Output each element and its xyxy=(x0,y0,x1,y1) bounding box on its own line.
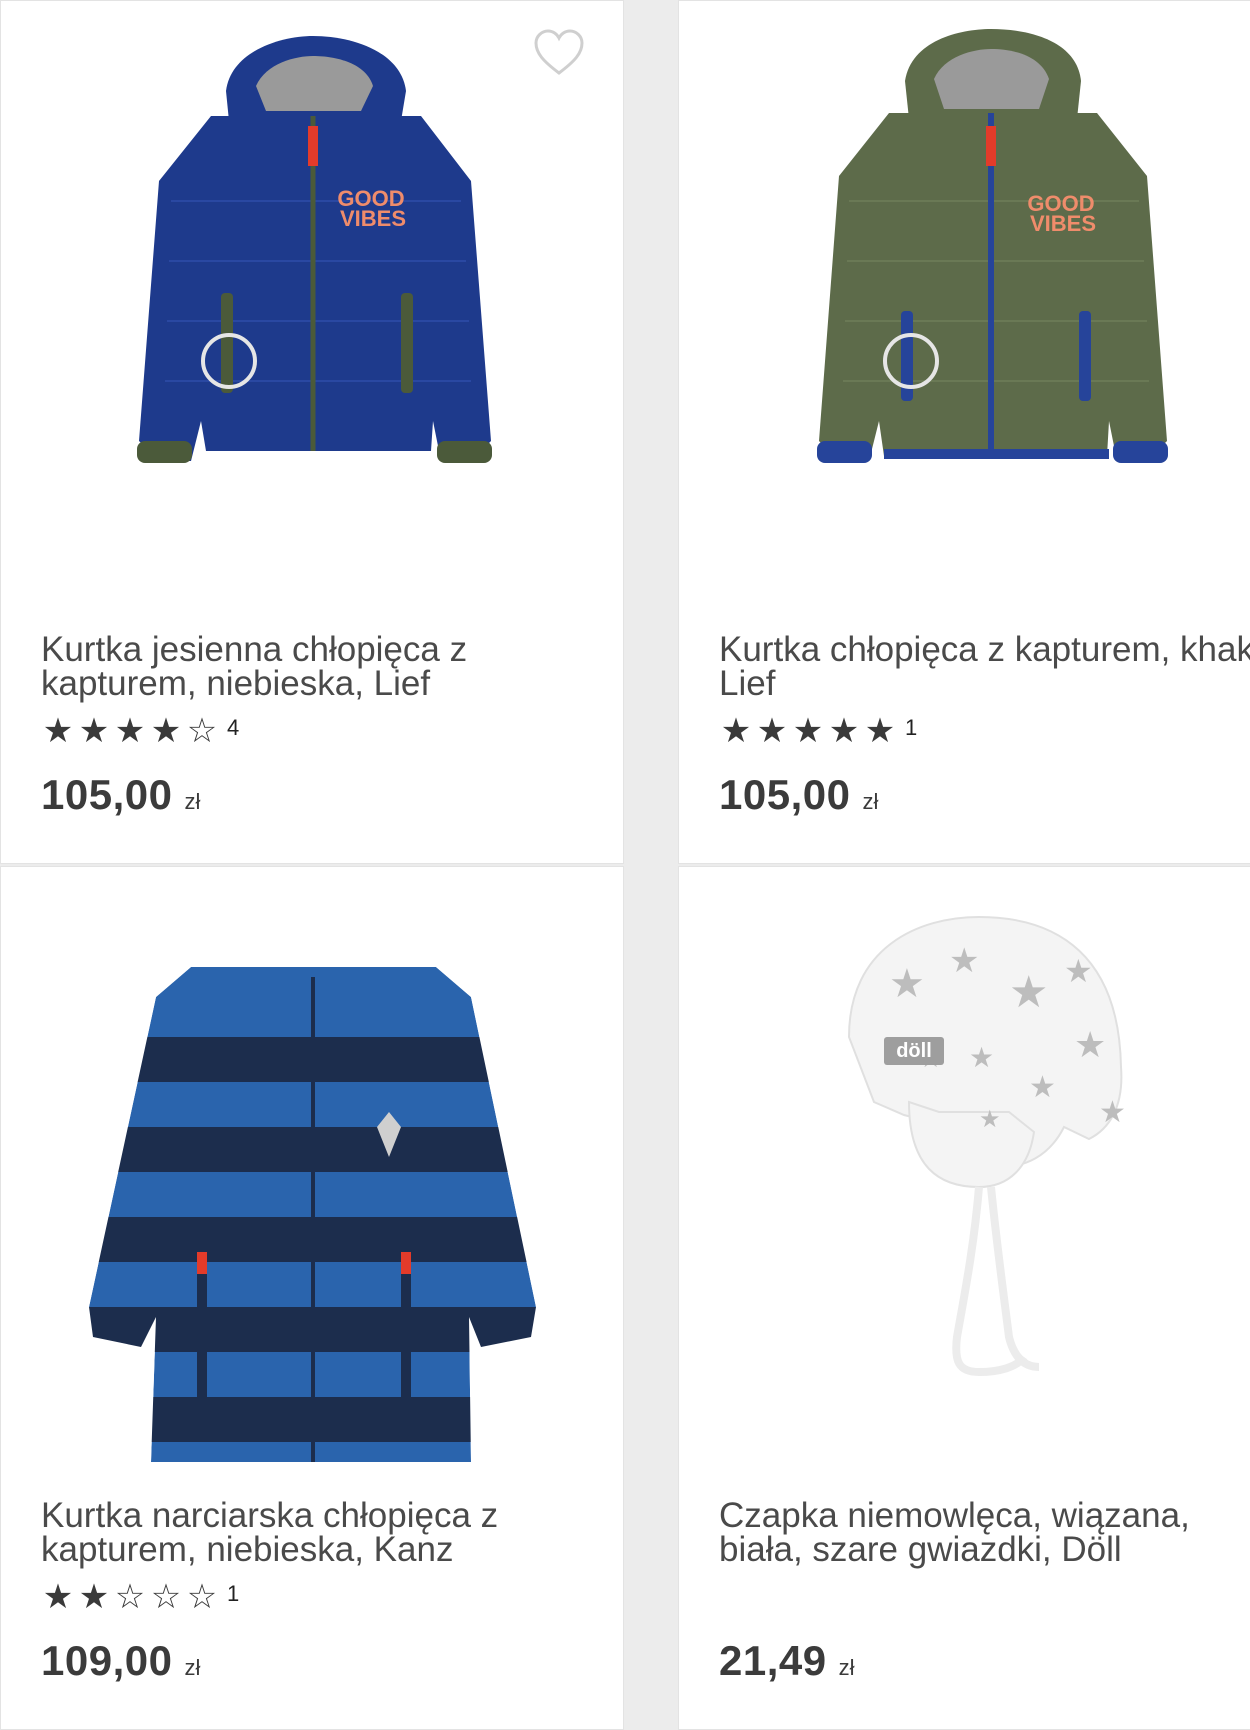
star-empty-icon: ☆ xyxy=(186,712,218,750)
product-card[interactable]: GOOD VIBES Kurtka chłopięca z kapturem, … xyxy=(678,0,1250,864)
product-title-line: kapturem, niebieska, Kanz xyxy=(41,1530,454,1569)
svg-text:★: ★ xyxy=(979,1105,1001,1133)
product-title-line: biała, szare gwiazdki, Döll xyxy=(719,1530,1122,1569)
price-value: 105,00 xyxy=(719,771,851,818)
star-full-icon: ★ xyxy=(42,712,74,750)
product-title-line: Kurtka chłopięca z kapturem, khaki, xyxy=(719,630,1250,669)
rating: ★ ★ ☆ ☆ ☆ 1 xyxy=(41,1578,240,1616)
svg-text:VIBES: VIBES xyxy=(1030,211,1096,236)
star-full-icon: ★ xyxy=(78,1578,110,1616)
product-card[interactable]: Kurtka narciarska chłopięca z kapturem, … xyxy=(0,866,624,1730)
product-title[interactable]: Kurtka jesienna chłopięca z kapturem, ni… xyxy=(41,630,623,703)
price-currency: zł xyxy=(184,789,201,814)
rating: ★ ★ ★ ★ ☆ 4 xyxy=(41,712,240,750)
product-title-line: Kurtka narciarska chłopięca z xyxy=(41,1496,499,1535)
rating-count: 4 xyxy=(227,715,240,740)
star-full-icon: ★ xyxy=(150,712,182,750)
price-value: 109,00 xyxy=(41,1637,173,1684)
star-full-icon: ★ xyxy=(42,1578,74,1616)
rating-count: 1 xyxy=(905,715,918,740)
product-title-line: Czapka niemowlęca, wiązana, xyxy=(719,1496,1190,1535)
price: 105,00 zł xyxy=(719,771,878,819)
product-title[interactable]: Kurtka chłopięca z kapturem, khaki, Lief xyxy=(719,630,1250,703)
product-image[interactable]: ★ ★ ★ ★ ★ ★ ★ ★ ★ ★ döll xyxy=(679,867,1250,1467)
svg-text:★: ★ xyxy=(1074,1025,1106,1066)
price: 105,00 zł xyxy=(41,771,200,819)
svg-text:★: ★ xyxy=(889,961,925,1007)
product-image[interactable]: GOOD VIBES xyxy=(679,1,1250,601)
svg-text:★: ★ xyxy=(1064,952,1093,990)
price-currency: zł xyxy=(862,789,879,814)
svg-text:★: ★ xyxy=(1009,967,1048,1018)
star-full-icon: ★ xyxy=(78,712,110,750)
product-title-line: kapturem, niebieska, Lief xyxy=(41,664,431,703)
price-currency: zł xyxy=(838,1655,855,1680)
ski-jacket-striped-image xyxy=(1,867,623,1467)
product-title[interactable]: Kurtka narciarska chłopięca z kapturem, … xyxy=(41,1496,623,1569)
svg-text:★: ★ xyxy=(949,941,979,981)
price: 21,49 zł xyxy=(719,1637,855,1685)
baby-hat-image: ★ ★ ★ ★ ★ ★ ★ ★ ★ ★ döll xyxy=(847,915,1126,1377)
product-image[interactable]: GOOD VIBES xyxy=(1,1,623,601)
svg-text:★: ★ xyxy=(1029,1070,1056,1105)
svg-text:VIBES: VIBES xyxy=(340,206,406,231)
star-full-icon: ★ xyxy=(828,712,860,750)
product-image[interactable] xyxy=(1,867,623,1467)
svg-text:★: ★ xyxy=(969,1041,994,1074)
star-full-icon: ★ xyxy=(864,712,896,750)
star-empty-icon: ☆ xyxy=(114,1578,146,1616)
svg-text:★: ★ xyxy=(1099,1095,1126,1130)
rating-count: 1 xyxy=(227,1581,240,1606)
price-value: 21,49 xyxy=(719,1637,827,1684)
rating: ★ ★ ★ ★ ★ 1 xyxy=(719,712,918,750)
price-value: 105,00 xyxy=(41,771,173,818)
star-full-icon: ★ xyxy=(720,712,752,750)
price: 109,00 zł xyxy=(41,1637,200,1685)
jacket-khaki-image: GOOD VIBES xyxy=(817,29,1168,463)
product-title-line: Lief xyxy=(719,664,776,703)
product-title-line: Kurtka jesienna chłopięca z xyxy=(41,630,468,669)
product-card[interactable]: GOOD VIBES Kurtka jesienna chłopięca z k… xyxy=(0,0,624,864)
svg-text:döll: döll xyxy=(896,1040,932,1062)
jacket-blue-image: GOOD VIBES xyxy=(137,36,492,463)
product-title[interactable]: Czapka niemowlęca, wiązana, biała, szare… xyxy=(719,1496,1250,1569)
star-empty-icon: ☆ xyxy=(150,1578,182,1616)
star-full-icon: ★ xyxy=(792,712,824,750)
product-card[interactable]: ★ ★ ★ ★ ★ ★ ★ ★ ★ ★ döll Czapka niemowlę… xyxy=(678,866,1250,1730)
star-full-icon: ★ xyxy=(114,712,146,750)
star-full-icon: ★ xyxy=(756,712,788,750)
star-empty-icon: ☆ xyxy=(186,1578,218,1616)
price-currency: zł xyxy=(184,1655,201,1680)
